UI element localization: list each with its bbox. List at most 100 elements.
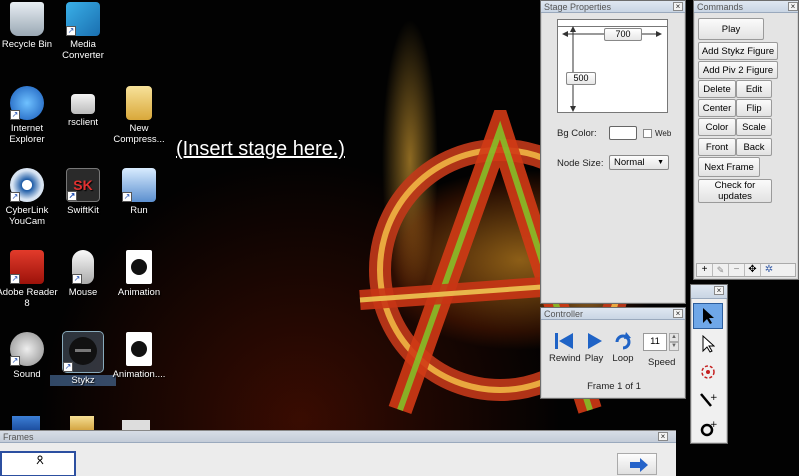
window-title-bar[interactable]: Controller × <box>541 308 685 320</box>
direct-select-tool[interactable] <box>693 331 723 357</box>
front-button[interactable]: Front <box>698 138 736 156</box>
shortcut-arrow-icon: ↗ <box>10 192 20 202</box>
desktop-icon-partial[interactable] <box>12 416 40 430</box>
icon-label: New Compress... <box>113 123 165 145</box>
close-icon[interactable]: × <box>673 309 683 318</box>
bg-color-swatch[interactable] <box>609 126 637 140</box>
shortcut-arrow-icon: ↗ <box>10 274 20 284</box>
play-control-button[interactable]: Play <box>581 332 607 364</box>
shortcut-arrow-icon: ↗ <box>63 362 73 372</box>
stykz-app-icon: ↗ <box>62 331 104 373</box>
swiftkit-icon: SK ↗ <box>66 168 100 202</box>
window-title-bar[interactable]: × <box>691 285 727 299</box>
edit-button[interactable]: Edit <box>736 80 772 98</box>
line-plus-icon: + <box>700 393 717 407</box>
play-label: Play <box>584 353 604 364</box>
pencil-icon[interactable]: ✎ <box>713 264 729 276</box>
chevron-down-icon: ▼ <box>657 159 664 166</box>
media-converter-icon: ↗ <box>66 2 100 36</box>
shortcut-arrow-icon: ↗ <box>67 191 77 201</box>
window-title: Controller <box>544 309 584 319</box>
icon-label: Media Converter <box>62 39 104 61</box>
add-circle-tool[interactable]: + <box>693 415 723 441</box>
stage-size-preview: 700 500 <box>557 19 668 113</box>
desktop-icon-run[interactable]: ↗ Run <box>106 168 172 216</box>
frame-thumbnail[interactable] <box>0 451 76 476</box>
shortcut-arrow-icon: ↗ <box>72 274 82 284</box>
window-title: Frames <box>3 432 34 442</box>
window-title: Stage Properties <box>544 2 612 12</box>
rewind-label: Rewind <box>549 353 581 364</box>
web-label: Web <box>655 129 672 138</box>
speed-label: Speed <box>648 357 676 368</box>
close-icon[interactable]: × <box>673 2 683 11</box>
add-icon[interactable]: + <box>697 264 713 276</box>
close-icon[interactable]: × <box>788 2 798 11</box>
shortcut-arrow-icon: ↗ <box>10 110 20 120</box>
next-frame-arrow-button[interactable] <box>617 453 657 475</box>
scale-button[interactable]: Scale <box>736 118 772 136</box>
icon-label: Animation <box>117 287 161 298</box>
add-line-tool[interactable]: + <box>693 387 723 413</box>
stage-properties-window: Stage Properties × 700 500 Bg Color: Web… <box>540 0 686 304</box>
node-size-label: Node Size: <box>557 158 604 169</box>
next-frame-button[interactable]: Next Frame <box>698 157 760 177</box>
close-icon[interactable]: × <box>658 432 668 441</box>
desktop-icon-partial[interactable] <box>122 420 150 430</box>
move-icon[interactable]: ✥ <box>745 264 761 276</box>
window-title-bar[interactable]: Stage Properties × <box>541 1 685 13</box>
window-title-bar[interactable]: Commands × <box>694 1 798 13</box>
gear-icon[interactable]: ✲ <box>761 264 777 276</box>
chevron-up-icon[interactable]: ▲ <box>669 333 679 342</box>
loop-button[interactable]: Loop <box>609 332 637 364</box>
select-tool[interactable] <box>693 303 723 329</box>
commands-toolbar: + ✎ − ✥ ✲ <box>696 263 796 277</box>
arrow-right-icon <box>630 458 648 472</box>
delete-button[interactable]: Delete <box>698 80 736 98</box>
rewind-button[interactable]: Rewind <box>549 332 581 364</box>
node-size-select[interactable]: Normal ▼ <box>609 155 669 170</box>
mouse-icon: ↗ <box>72 250 94 284</box>
arrow-pointer-icon <box>703 308 714 324</box>
commands-window: Commands × Play Add Stykz Figure Add Piv… <box>693 0 799 280</box>
circle-plus-icon: + <box>700 420 717 437</box>
icon-label: Run <box>130 205 148 216</box>
minus-icon[interactable]: − <box>729 264 745 276</box>
loop-label: Loop <box>612 353 634 364</box>
chevron-down-icon[interactable]: ▼ <box>669 342 679 351</box>
stage-height-field[interactable]: 500 <box>566 72 596 85</box>
adobe-reader-icon: ↗ <box>10 250 44 284</box>
node-tool[interactable] <box>693 359 723 385</box>
add-piv2-figure-button[interactable]: Add Piv 2 Figure <box>698 61 778 79</box>
desktop-icon-animation-2[interactable]: Animation.... <box>106 332 172 380</box>
stage-width-field[interactable]: 700 <box>604 28 642 41</box>
desktop-icon-animation[interactable]: Animation <box>106 250 172 298</box>
back-button[interactable]: Back <box>736 138 772 156</box>
flip-button[interactable]: Flip <box>736 99 772 117</box>
webcam-icon: ↗ <box>10 168 44 202</box>
center-button[interactable]: Center <box>698 99 736 117</box>
desktop-icon-new-compressed[interactable]: New Compress... <box>106 86 172 145</box>
stick-figure-icon <box>36 455 44 465</box>
run-icon: ↗ <box>122 168 156 202</box>
color-button[interactable]: Color <box>698 118 736 136</box>
svg-text:+: + <box>710 393 717 403</box>
insert-stage-link[interactable]: (Insert stage here.) <box>176 138 345 161</box>
window-title: Commands <box>697 2 744 12</box>
shortcut-arrow-icon: ↗ <box>10 356 20 366</box>
stykz-document-icon <box>126 332 152 366</box>
close-icon[interactable]: × <box>714 286 724 295</box>
internet-explorer-icon: ↗ <box>10 86 44 120</box>
check-for-updates-button[interactable]: Check for updates <box>698 179 772 203</box>
window-title-bar[interactable]: Frames × <box>0 431 676 443</box>
bg-color-label: Bg Color: <box>557 128 597 139</box>
rsclient-icon <box>71 94 95 114</box>
desktop-icon-partial[interactable] <box>70 416 94 430</box>
play-button[interactable]: Play <box>698 18 764 40</box>
desktop-icon-media-converter[interactable]: ↗ Media Converter <box>50 2 116 61</box>
speed-stepper[interactable]: 11 ▲ ▼ <box>643 333 679 353</box>
tool-palette: × + + <box>690 284 728 444</box>
frames-window: Frames × <box>0 430 676 476</box>
add-stykz-figure-button[interactable]: Add Stykz Figure <box>698 42 778 60</box>
web-checkbox[interactable] <box>643 129 652 138</box>
